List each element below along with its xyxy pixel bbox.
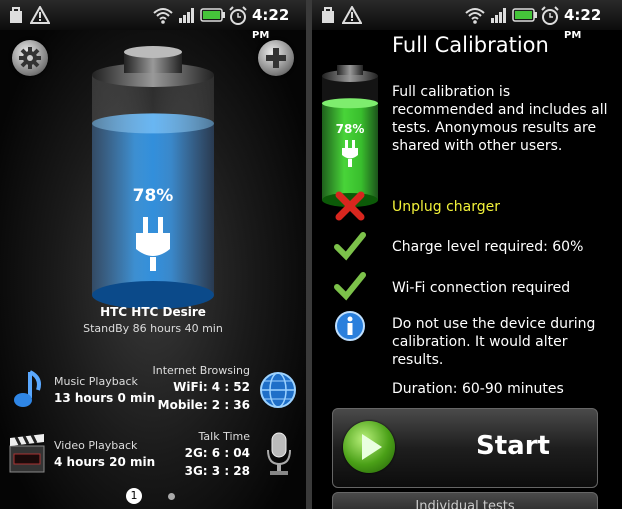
page-title: Full Calibration xyxy=(392,33,549,57)
signal-icon xyxy=(491,8,506,23)
battery-percent: 78% xyxy=(132,186,174,206)
battery-graphic xyxy=(92,46,214,309)
battery-cap-top xyxy=(124,46,182,58)
standby-time: StandBy 86 hours 40 min xyxy=(83,322,223,335)
checkmark-icon xyxy=(334,272,366,301)
cross-icon xyxy=(335,191,365,221)
start-button[interactable]: Start xyxy=(332,408,598,488)
bag-icon xyxy=(322,7,334,23)
internet-browsing-label: Internet Browsing xyxy=(152,364,250,377)
globe-icon xyxy=(260,372,296,408)
alert-triangle-icon xyxy=(342,6,362,24)
settings-button[interactable] xyxy=(12,40,48,76)
music-playback-label: Music Playback xyxy=(54,375,138,388)
device-name: HTC HTC Desire xyxy=(100,305,206,319)
checkmark-icon xyxy=(334,232,366,261)
status-bar: 4:22 PM xyxy=(312,0,622,41)
alert-triangle-icon xyxy=(30,6,50,24)
battery-icon xyxy=(200,8,225,22)
requirement-charge-level: Charge level required: 60% xyxy=(392,239,584,255)
wifi-icon xyxy=(465,8,485,24)
requirement-unplug-charger: Unplug charger xyxy=(392,199,501,215)
video-playback-value: 4 hours 20 min xyxy=(54,455,156,469)
requirement-wifi: Wi-Fi connection required xyxy=(392,280,571,296)
battery-cap-small xyxy=(337,65,363,75)
talk-time-label: Talk Time xyxy=(198,430,250,443)
info-icon xyxy=(335,311,365,341)
microphone-icon xyxy=(267,432,291,475)
battery-overview-screen: 4:22 PM 78% HTC HTC Desire StandBy 86 ho… xyxy=(0,0,306,509)
plus-icon xyxy=(266,48,286,68)
full-calibration-screen: 4:22 PM Full Calibration 78% Full calibr… xyxy=(312,0,622,509)
page-indicator-dot[interactable] xyxy=(168,493,175,500)
wifi-icon xyxy=(153,8,173,24)
gear-icon xyxy=(19,47,41,69)
start-button-label: Start xyxy=(476,431,550,461)
battery-icon xyxy=(512,8,537,22)
music-note-icon xyxy=(14,370,41,407)
requirement-do-not-use: Do not use the device during calibration… xyxy=(392,316,596,368)
status-time: 4:22 PM xyxy=(564,6,602,41)
status-bar: 4:22 PM xyxy=(0,0,306,41)
individual-tests-button[interactable]: Individual tests xyxy=(332,492,598,509)
clapperboard-icon xyxy=(9,434,45,473)
signal-icon xyxy=(179,8,194,23)
page-indicator-current[interactable]: 1 xyxy=(126,488,142,504)
battery-glass-small xyxy=(322,76,378,200)
calibration-description: Full calibration is recommended and incl… xyxy=(392,84,608,154)
add-button[interactable] xyxy=(258,40,294,76)
video-playback-label: Video Playback xyxy=(54,439,138,452)
internet-mobile-value: Mobile: 2 : 36 xyxy=(157,398,250,412)
play-triangle-icon xyxy=(362,434,382,460)
alarm-clock-icon xyxy=(229,6,247,25)
battery-percent-small: 78% xyxy=(335,122,365,136)
talk-3g-value: 3G: 3 : 28 xyxy=(184,464,250,478)
internet-wifi-value: WiFi: 4 : 52 xyxy=(173,380,250,394)
bag-icon xyxy=(10,7,22,23)
individual-tests-label: Individual tests xyxy=(415,499,515,509)
talk-2g-value: 2G: 6 : 04 xyxy=(184,446,250,460)
play-icon xyxy=(343,421,395,473)
duration-text: Duration: 60-90 minutes xyxy=(392,381,564,397)
status-time: 4:22 PM xyxy=(252,6,290,41)
alarm-clock-icon xyxy=(541,6,559,25)
music-playback-value: 13 hours 0 min xyxy=(54,391,156,405)
